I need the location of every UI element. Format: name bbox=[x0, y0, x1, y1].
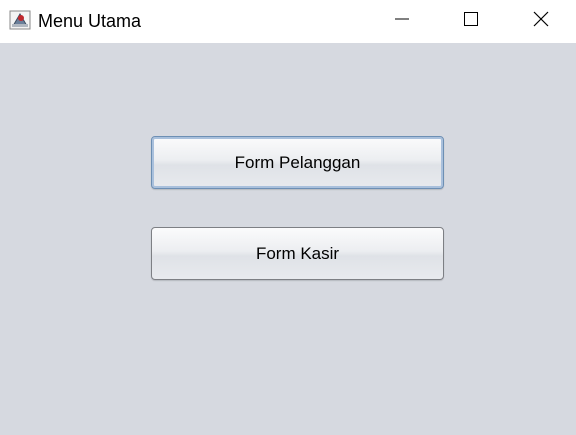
close-button[interactable] bbox=[506, 0, 576, 43]
app-window: Menu Utama Form Pelanggan Form Kasir bbox=[0, 0, 576, 435]
maximize-icon bbox=[463, 11, 479, 32]
java-app-icon[interactable] bbox=[9, 9, 31, 31]
title-bar[interactable]: Menu Utama bbox=[0, 0, 576, 43]
close-icon bbox=[532, 10, 550, 33]
maximize-button[interactable] bbox=[436, 0, 506, 43]
minimize-icon bbox=[394, 11, 410, 32]
content-panel: Form Pelanggan Form Kasir bbox=[0, 43, 576, 435]
minimize-button[interactable] bbox=[367, 0, 437, 43]
form-kasir-button[interactable]: Form Kasir bbox=[151, 227, 444, 280]
form-pelanggan-button[interactable]: Form Pelanggan bbox=[151, 136, 444, 189]
form-kasir-label: Form Kasir bbox=[255, 243, 340, 263]
form-pelanggan-label: Form Pelanggan bbox=[234, 152, 361, 172]
window-title: Menu Utama bbox=[38, 11, 142, 31]
